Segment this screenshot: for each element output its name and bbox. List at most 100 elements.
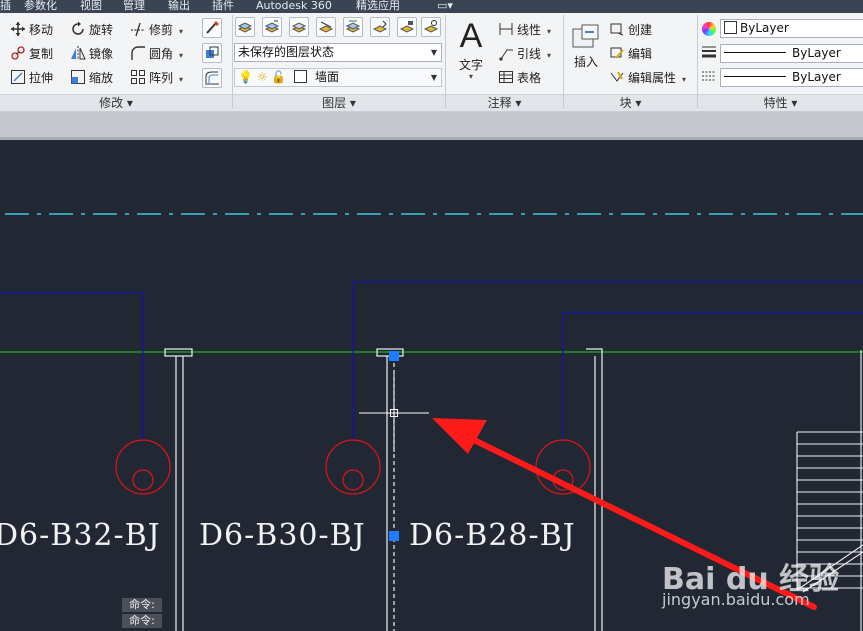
layer-state-dropdown[interactable]: 未保存的图层状态 ▼ [234,43,442,62]
menu-plugins[interactable]: 插件 [212,0,234,13]
menu-bar: 插 参数化 视图 管理 输出 插件 Autodesk 360 精选应用 ▭▾ [0,0,863,13]
color-dropdown[interactable]: ByLayer [720,19,863,38]
stretch-icon [10,69,26,85]
layer-properties-button[interactable] [235,17,255,37]
copy-tool[interactable]: 复制 [10,44,53,64]
fillet-icon [130,45,146,61]
layer-unisolate-button[interactable] [421,17,441,37]
menu-view[interactable]: 视图 [80,0,102,13]
menu-output[interactable]: 输出 [168,0,190,13]
file-tab-strip [0,112,863,140]
table-icon [498,69,514,85]
menu-featured-apps[interactable]: 精选应用 [356,0,400,13]
menu-extra-icon[interactable]: ▭▾ [437,0,453,13]
leader-tool[interactable]: 引线 ▾ [498,44,551,64]
mirror-tool[interactable]: 镜像 [70,44,113,64]
text-a-icon: A [459,17,483,55]
grip-middle[interactable] [389,531,399,541]
properties-panel-title[interactable]: 特性 ▾ [698,94,863,111]
edit-attributes-tool[interactable]: 编辑属性 ▾ [609,68,686,88]
scale-tool[interactable]: 缩放 [70,68,113,88]
command-line-prompt[interactable]: 命令: [122,614,162,628]
chevron-down-icon[interactable]: ▾ [682,75,686,84]
move-icon [10,21,26,37]
color-swatch [724,21,737,34]
line-sample [724,76,786,77]
layer-dropdown[interactable]: 💡 ☼ 🔓 墙面 ▼ [234,68,442,87]
rotate-tool[interactable]: 旋转 [70,20,113,40]
column-2 [376,348,404,631]
edit-block-tool[interactable]: 编辑 [609,44,652,64]
lineweight-dropdown[interactable]: ByLayer [720,44,863,63]
chevron-down-icon[interactable]: ▾ [547,27,551,36]
ribbon: 移动 旋转 修剪 ▾ 复制 镜像 圆角 ▾ 拉伸 缩放 阵列 ▾ 修改 ▾ 未保… [0,13,863,112]
edit-attributes-icon [609,69,625,85]
menu-insert[interactable]: 插 [0,0,11,13]
color-wheel-icon [702,22,716,36]
scale-icon [70,69,86,85]
text-button[interactable]: A 文字 ▾ [454,19,488,81]
rotate-icon [70,21,86,37]
wire-left [0,292,144,440]
insert-block-button[interactable]: 插入 [568,23,604,70]
leader-icon [498,45,514,61]
linetype-dropdown[interactable]: ByLayer [720,68,863,87]
layer-isolate-button[interactable] [262,17,282,37]
create-block-tool[interactable]: 创建 [609,20,652,40]
layer-walk-button[interactable] [370,17,390,37]
explode-button[interactable] [202,43,222,63]
edit-block-icon [609,45,625,61]
fillet-tool[interactable]: 圆角 ▾ [130,44,183,64]
column-3 [586,348,603,631]
drawing-label: D6-B32-BJ [0,518,161,553]
annotation-panel: A 文字 ▾ 线性 ▾ 引线 ▾ 表格 注释 ▾ [446,13,563,111]
layers-panel: 未保存的图层状态 ▼ 💡 ☼ 🔓 墙面 ▼ 图层 ▾ [233,13,445,111]
drawing-label: D6-B28-BJ [409,518,576,553]
column-1 [164,348,193,631]
offset-button[interactable] [202,68,222,88]
fixture-1 [115,439,171,495]
wire-middle [352,281,863,440]
layers-panel-title[interactable]: 图层 ▾ [233,94,445,111]
menu-parametric[interactable]: 参数化 [24,0,57,13]
unlock-icon: 🔓 [271,70,287,84]
line-sample [724,52,786,53]
stretch-tool[interactable]: 拉伸 [10,68,53,88]
drawing-label: D6-B30-BJ [199,518,366,553]
sun-icon: ☼ [256,70,268,84]
block-panel: 插入 创建 编辑 编辑属性 ▾ 块 ▾ [564,13,697,111]
wire-right [562,312,863,440]
chevron-down-icon[interactable]: ▾ [179,27,183,36]
table-tool[interactable]: 表格 [498,68,541,88]
properties-panel: ByLayer ByLayer ByLayer 特性 ▾ [698,13,863,111]
erase-button[interactable] [202,18,222,38]
menu-autodesk360[interactable]: Autodesk 360 [256,0,332,13]
trim-tool[interactable]: 修剪 ▾ [130,20,183,40]
chevron-down-icon: ▾ [468,72,473,81]
layer-match-button[interactable] [343,17,363,37]
copy-icon [10,45,26,61]
watermark-url: jingyan.baidu.com [662,590,810,609]
array-tool[interactable]: 阵列 ▾ [130,68,183,88]
insert-block-icon [568,23,604,51]
chevron-down-icon[interactable]: ▾ [547,51,551,60]
fixture-2 [325,439,381,495]
chevron-down-icon[interactable]: ▾ [179,51,183,60]
create-block-icon [609,21,625,37]
menu-manage[interactable]: 管理 [123,0,145,13]
annotation-panel-title[interactable]: 注释 ▾ [446,94,563,111]
chevron-down-icon[interactable]: ▾ [179,75,183,84]
block-panel-title[interactable]: 块 ▾ [564,94,697,111]
layer-off-button[interactable] [289,17,309,37]
layer-lock-button[interactable] [397,17,417,37]
lightbulb-icon: 💡 [238,70,253,84]
layer-freeze-button[interactable] [316,17,336,37]
modify-panel: 移动 旋转 修剪 ▾ 复制 镜像 圆角 ▾ 拉伸 缩放 阵列 ▾ 修改 ▾ [0,13,232,111]
trim-icon [130,21,146,37]
linear-dimension-tool[interactable]: 线性 ▾ [498,20,551,40]
linear-dimension-icon [498,21,514,37]
move-tool[interactable]: 移动 [10,20,53,40]
linetype-icon [702,70,716,82]
grip-top[interactable] [389,351,399,361]
modify-panel-title[interactable]: 修改 ▾ [0,94,232,111]
